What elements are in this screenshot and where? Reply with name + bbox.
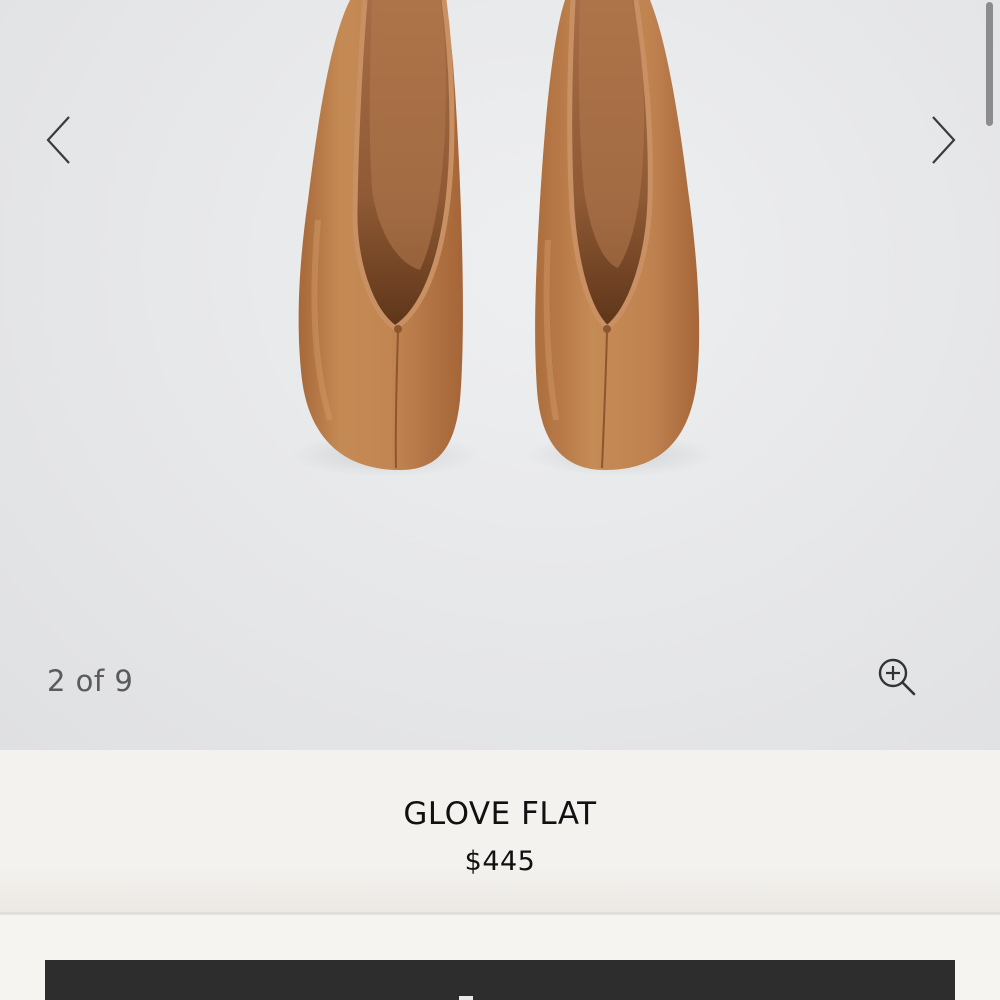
previous-image-button[interactable] (34, 110, 84, 170)
button-label-fragment (459, 996, 473, 1000)
product-price: $445 (464, 846, 536, 877)
next-image-button[interactable] (918, 110, 968, 170)
image-gallery[interactable]: 2 of 9 (0, 0, 1000, 750)
zoom-in-icon (878, 658, 916, 696)
chevron-right-icon (932, 116, 956, 164)
product-info: GLOVE FLAT $445 (0, 750, 1000, 915)
product-name: GLOVE FLAT (403, 796, 597, 832)
add-to-bag-button[interactable] (45, 960, 955, 1000)
image-counter: 2 of 9 (47, 664, 134, 698)
zoom-button[interactable] (872, 652, 922, 702)
product-page: 2 of 9 GLOVE FLAT $445 (0, 0, 1000, 1000)
chevron-left-icon (46, 116, 70, 164)
product-image (290, 0, 715, 477)
purchase-area (0, 915, 1000, 1000)
scrollbar-thumb[interactable] (986, 2, 993, 126)
